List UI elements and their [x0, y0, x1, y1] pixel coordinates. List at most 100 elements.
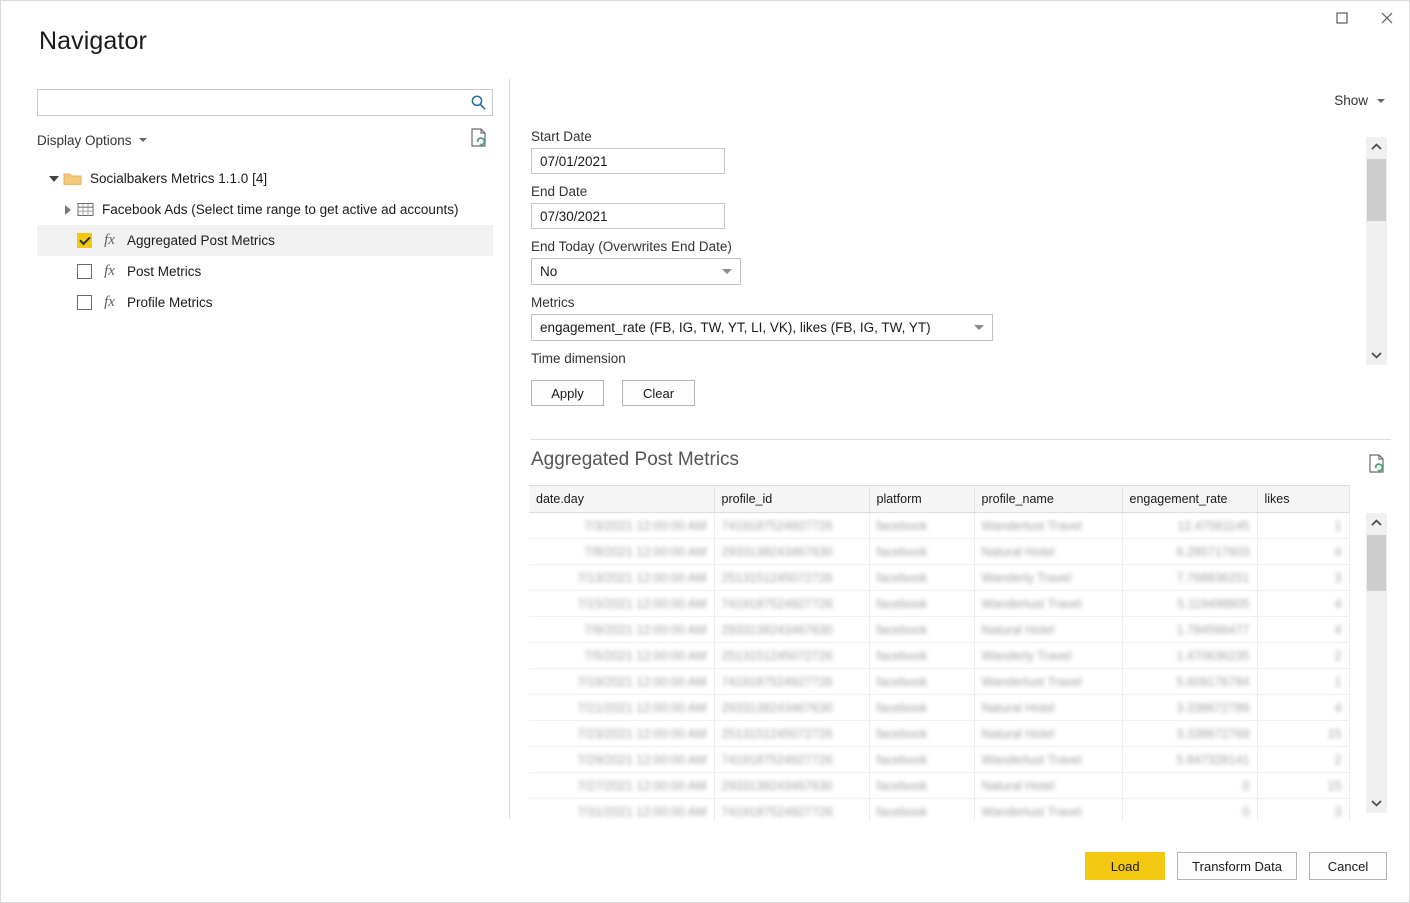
table-row[interactable]: 7/8/2021 12:00:00 AM 2933138243467630 face…: [529, 538, 1350, 565]
table-cell: 3.338672789: [1122, 694, 1258, 721]
clear-button[interactable]: Clear: [622, 380, 695, 406]
display-options-dropdown[interactable]: Display Options: [37, 133, 147, 148]
table-cell: Natural Hotel: [974, 720, 1123, 747]
scrollbar-thumb[interactable]: [1367, 535, 1386, 591]
window-controls: [1319, 1, 1409, 37]
table-cell: 1: [1257, 512, 1350, 539]
search-input[interactable]: [38, 91, 464, 114]
checkbox-post-metrics[interactable]: [77, 264, 92, 279]
table-cell: 7/31/2021 12:00:00 AM: [529, 798, 715, 821]
table-cell: 7/27/2021 12:00:00 AM: [529, 772, 715, 799]
table-cell: 15: [1257, 720, 1350, 747]
data-preview-table[interactable]: date.day profile_id platform profile_nam…: [529, 485, 1391, 821]
tree-item-aggregated-post-metrics[interactable]: fx Aggregated Post Metrics: [37, 225, 493, 256]
table-row[interactable]: 7/13/2021 12:00:00 AM 2513151245072726 fac…: [529, 564, 1350, 591]
table-cell: 7419187524927726: [714, 668, 870, 695]
table-cell: facebook: [869, 772, 975, 799]
checkbox-profile-metrics[interactable]: [77, 295, 92, 310]
table-icon: [77, 202, 94, 217]
table-cell: facebook: [869, 590, 975, 617]
search-icon[interactable]: [464, 90, 492, 115]
preview-grid: date.day profile_id platform profile_nam…: [529, 485, 1350, 821]
refresh-document-icon[interactable]: [469, 127, 489, 154]
table-cell: 5.847328141: [1122, 746, 1258, 773]
table-cell: 1: [1257, 668, 1350, 695]
end-date-field[interactable]: 07/30/2021: [531, 203, 725, 229]
table-row[interactable]: 7/9/2021 12:00:00 AM 2933138243467630 face…: [529, 616, 1350, 643]
table-cell: 3.338672769: [1122, 720, 1258, 747]
table-cell: facebook: [869, 564, 975, 591]
column-header-profile-name[interactable]: profile_name: [974, 485, 1123, 513]
scroll-down-icon[interactable]: [1366, 793, 1387, 813]
start-date-field[interactable]: 07/01/2021: [531, 148, 725, 174]
parameters-scrollbar[interactable]: [1366, 137, 1387, 365]
table-cell: 2933138243467630: [714, 538, 870, 565]
column-header-likes[interactable]: likes: [1257, 485, 1350, 513]
preview-scrollbar[interactable]: [1366, 513, 1387, 813]
close-button[interactable]: [1364, 1, 1409, 35]
table-cell: 1.470636235: [1122, 642, 1258, 669]
scroll-up-icon[interactable]: [1366, 137, 1387, 157]
table-cell: 7/3/2021 12:00:00 AM: [529, 512, 715, 539]
tree-item-profile-metrics[interactable]: fx Profile Metrics: [37, 287, 493, 318]
cancel-button[interactable]: Cancel: [1309, 852, 1387, 880]
table-cell: 0: [1122, 798, 1258, 821]
column-header-engagement-rate[interactable]: engagement_rate: [1122, 485, 1258, 513]
transform-data-button[interactable]: Transform Data: [1177, 852, 1297, 880]
tree-item-socialbakers-metrics[interactable]: Socialbakers Metrics 1.1.0 [4]: [37, 163, 493, 194]
parameters-form: Start Date 07/01/2021 End Date 07/30/202…: [531, 129, 1361, 406]
table-row[interactable]: 7/3/2021 12:00:00 AM 7419187524927726 face…: [529, 512, 1350, 539]
table-cell: 4: [1257, 590, 1350, 617]
table-cell: 2513151245072726: [714, 720, 870, 747]
tree-item-label: Socialbakers Metrics 1.1.0 [4]: [90, 171, 268, 186]
tree-item-post-metrics[interactable]: fx Post Metrics: [37, 256, 493, 287]
expand-collapse-toggle[interactable]: [59, 204, 77, 215]
load-button[interactable]: Load: [1085, 852, 1166, 880]
start-date-label: Start Date: [531, 129, 592, 144]
tree-item-facebook-ads[interactable]: Facebook Ads (Select time range to get a…: [37, 194, 493, 225]
table-cell: Natural Hotel: [974, 538, 1123, 565]
table-cell: facebook: [869, 668, 975, 695]
table-row[interactable]: 7/21/2021 12:00:00 AM 2933138243467630 fac…: [529, 694, 1350, 721]
end-today-dropdown[interactable]: No: [531, 258, 741, 285]
table-row[interactable]: 7/27/2021 12:00:00 AM 2933138243467630 fac…: [529, 772, 1350, 799]
table-cell: 2513151245072726: [714, 564, 870, 591]
table-cell: 4: [1257, 616, 1350, 643]
scrollbar-track[interactable]: [1366, 533, 1387, 793]
show-dropdown[interactable]: Show: [1334, 93, 1385, 108]
table-cell: 2933138243467630: [714, 772, 870, 799]
scroll-up-icon[interactable]: [1366, 513, 1387, 533]
column-header-platform[interactable]: platform: [869, 485, 975, 513]
column-header-profile-id[interactable]: profile_id: [714, 485, 870, 513]
chevron-down-icon: [722, 269, 732, 274]
close-icon: [1381, 12, 1392, 24]
expand-collapse-toggle[interactable]: [45, 175, 63, 182]
function-icon: fx: [104, 294, 115, 310]
maximize-button[interactable]: [1319, 1, 1364, 35]
scrollbar-track[interactable]: [1366, 157, 1387, 345]
table-row[interactable]: 7/23/2021 12:00:00 AM 2513151245072726 fac…: [529, 720, 1350, 747]
table-row[interactable]: 7/19/2021 12:00:00 AM 7419187524927726 fac…: [529, 668, 1350, 695]
table-cell: Wanderlust Travel: [974, 668, 1123, 695]
table-row[interactable]: 7/15/2021 12:00:00 AM 7419187524927726 fac…: [529, 590, 1350, 617]
column-header-date-day[interactable]: date.day: [529, 485, 715, 513]
apply-button[interactable]: Apply: [531, 380, 604, 406]
table-row[interactable]: 7/5/2021 12:00:00 AM 2513151245072726 face…: [529, 642, 1350, 669]
checkbox-aggregated-post-metrics[interactable]: [77, 233, 92, 248]
table-cell: 3: [1257, 564, 1350, 591]
preview-refresh-icon[interactable]: [1367, 453, 1387, 480]
scrollbar-thumb[interactable]: [1367, 159, 1386, 221]
table-cell: 2933138243467630: [714, 694, 870, 721]
search-box[interactable]: [37, 89, 493, 116]
start-date-value: 07/01/2021: [540, 153, 608, 169]
table-cell: facebook: [869, 694, 975, 721]
scroll-down-icon[interactable]: [1366, 345, 1387, 365]
metrics-dropdown[interactable]: engagement_rate (FB, IG, TW, YT, LI, VK)…: [531, 314, 993, 341]
table-row[interactable]: 7/29/2021 12:00:00 AM 7419187524927726 fac…: [529, 746, 1350, 773]
triangle-down-icon: [49, 175, 59, 182]
table-row[interactable]: 7/31/2021 12:00:00 AM 7419187524927726 fac…: [529, 798, 1350, 821]
end-today-value: No: [540, 264, 558, 279]
tree-item-label: Aggregated Post Metrics: [127, 233, 275, 248]
table-cell: Wanderlust Travel: [974, 512, 1123, 539]
table-cell: Natural Hotel: [974, 616, 1123, 643]
